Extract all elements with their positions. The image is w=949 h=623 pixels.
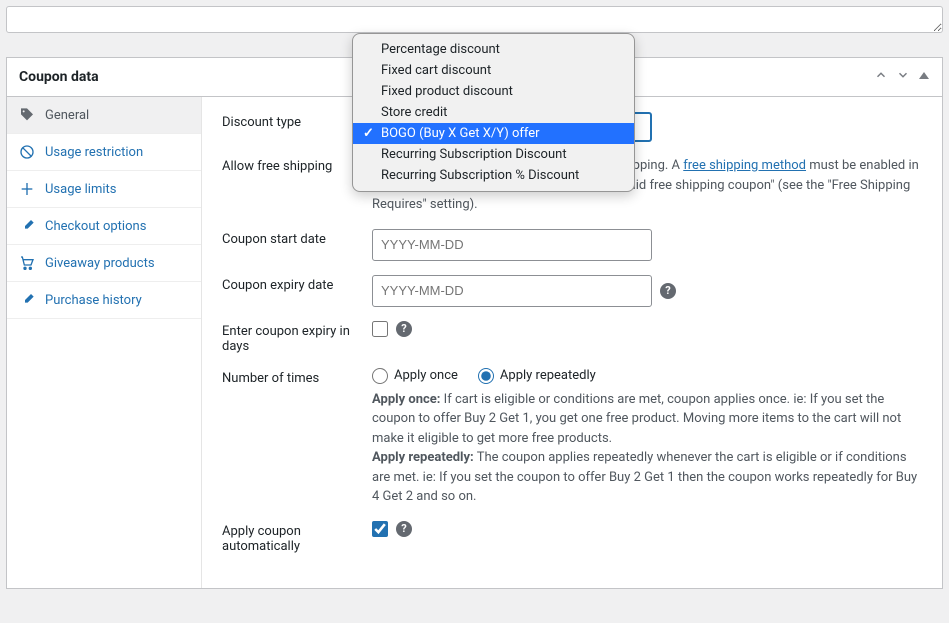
apply-auto-label: Apply coupon automatically — [222, 521, 372, 554]
sliders-icon — [19, 181, 35, 197]
expiry-date-input[interactable] — [372, 275, 652, 307]
dropdown-option[interactable]: Recurring Subscription % Discount — [353, 165, 634, 186]
apply-auto-checkbox[interactable] — [372, 521, 388, 537]
tab-label: Giveaway products — [45, 256, 155, 271]
tab-usage-limits[interactable]: Usage limits — [7, 171, 201, 207]
expiry-days-label: Enter coupon expiry in days — [222, 321, 372, 354]
dropdown-option[interactable]: BOGO (Buy X Get X/Y) offer — [353, 123, 634, 144]
tab-general[interactable]: General — [7, 97, 201, 133]
start-date-input[interactable] — [372, 229, 652, 261]
description-textarea[interactable] — [6, 6, 943, 33]
tab-checkout-options[interactable]: Checkout options — [7, 208, 201, 244]
sidebar-tabs: General Usage restriction Usage limits — [7, 97, 202, 588]
discount-type-label: Discount type — [222, 112, 372, 130]
apply-once-radio[interactable] — [372, 368, 388, 384]
discount-type-dropdown: Percentage discountFixed cart discountFi… — [352, 33, 635, 192]
wrench-icon — [19, 292, 35, 308]
move-down-icon[interactable] — [896, 68, 910, 86]
apply-repeatedly-radio[interactable] — [478, 368, 494, 384]
wrench-icon — [19, 218, 35, 234]
dropdown-option[interactable]: Recurring Subscription Discount — [353, 144, 634, 165]
apply-once-radio-label[interactable]: Apply once — [372, 368, 458, 384]
tab-label: Purchase history — [45, 293, 142, 308]
tab-label: Usage limits — [45, 182, 116, 197]
block-icon — [19, 144, 35, 160]
tab-label: Checkout options — [45, 219, 146, 234]
dropdown-option[interactable]: Percentage discount — [353, 39, 634, 60]
help-icon[interactable]: ? — [660, 283, 676, 299]
help-icon[interactable]: ? — [396, 521, 412, 537]
tab-label: Usage restriction — [45, 145, 143, 160]
apply-repeatedly-radio-label[interactable]: Apply repeatedly — [478, 368, 596, 384]
dropdown-option[interactable]: Fixed cart discount — [353, 60, 634, 81]
move-up-icon[interactable] — [874, 68, 888, 86]
tab-purchase-history[interactable]: Purchase history — [7, 282, 201, 318]
start-date-label: Coupon start date — [222, 229, 372, 247]
help-icon[interactable]: ? — [396, 321, 412, 337]
dropdown-option[interactable]: Fixed product discount — [353, 81, 634, 102]
tag-icon — [19, 107, 35, 123]
tab-label: General — [45, 108, 89, 123]
free-shipping-link[interactable]: free shipping method — [683, 158, 806, 173]
expiry-date-label: Coupon expiry date — [222, 275, 372, 293]
panel-title: Coupon data — [19, 69, 99, 85]
expiry-days-checkbox[interactable] — [372, 321, 388, 337]
number-times-desc: Apply once: If cart is eligible or condi… — [372, 390, 922, 507]
free-shipping-label: Allow free shipping — [222, 156, 372, 174]
tab-usage-restriction[interactable]: Usage restriction — [7, 134, 201, 170]
toggle-panel-icon[interactable] — [918, 69, 930, 85]
number-times-label: Number of times — [222, 368, 372, 386]
cart-icon — [19, 255, 35, 271]
tab-giveaway-products[interactable]: Giveaway products — [7, 245, 201, 281]
dropdown-option[interactable]: Store credit — [353, 102, 634, 123]
